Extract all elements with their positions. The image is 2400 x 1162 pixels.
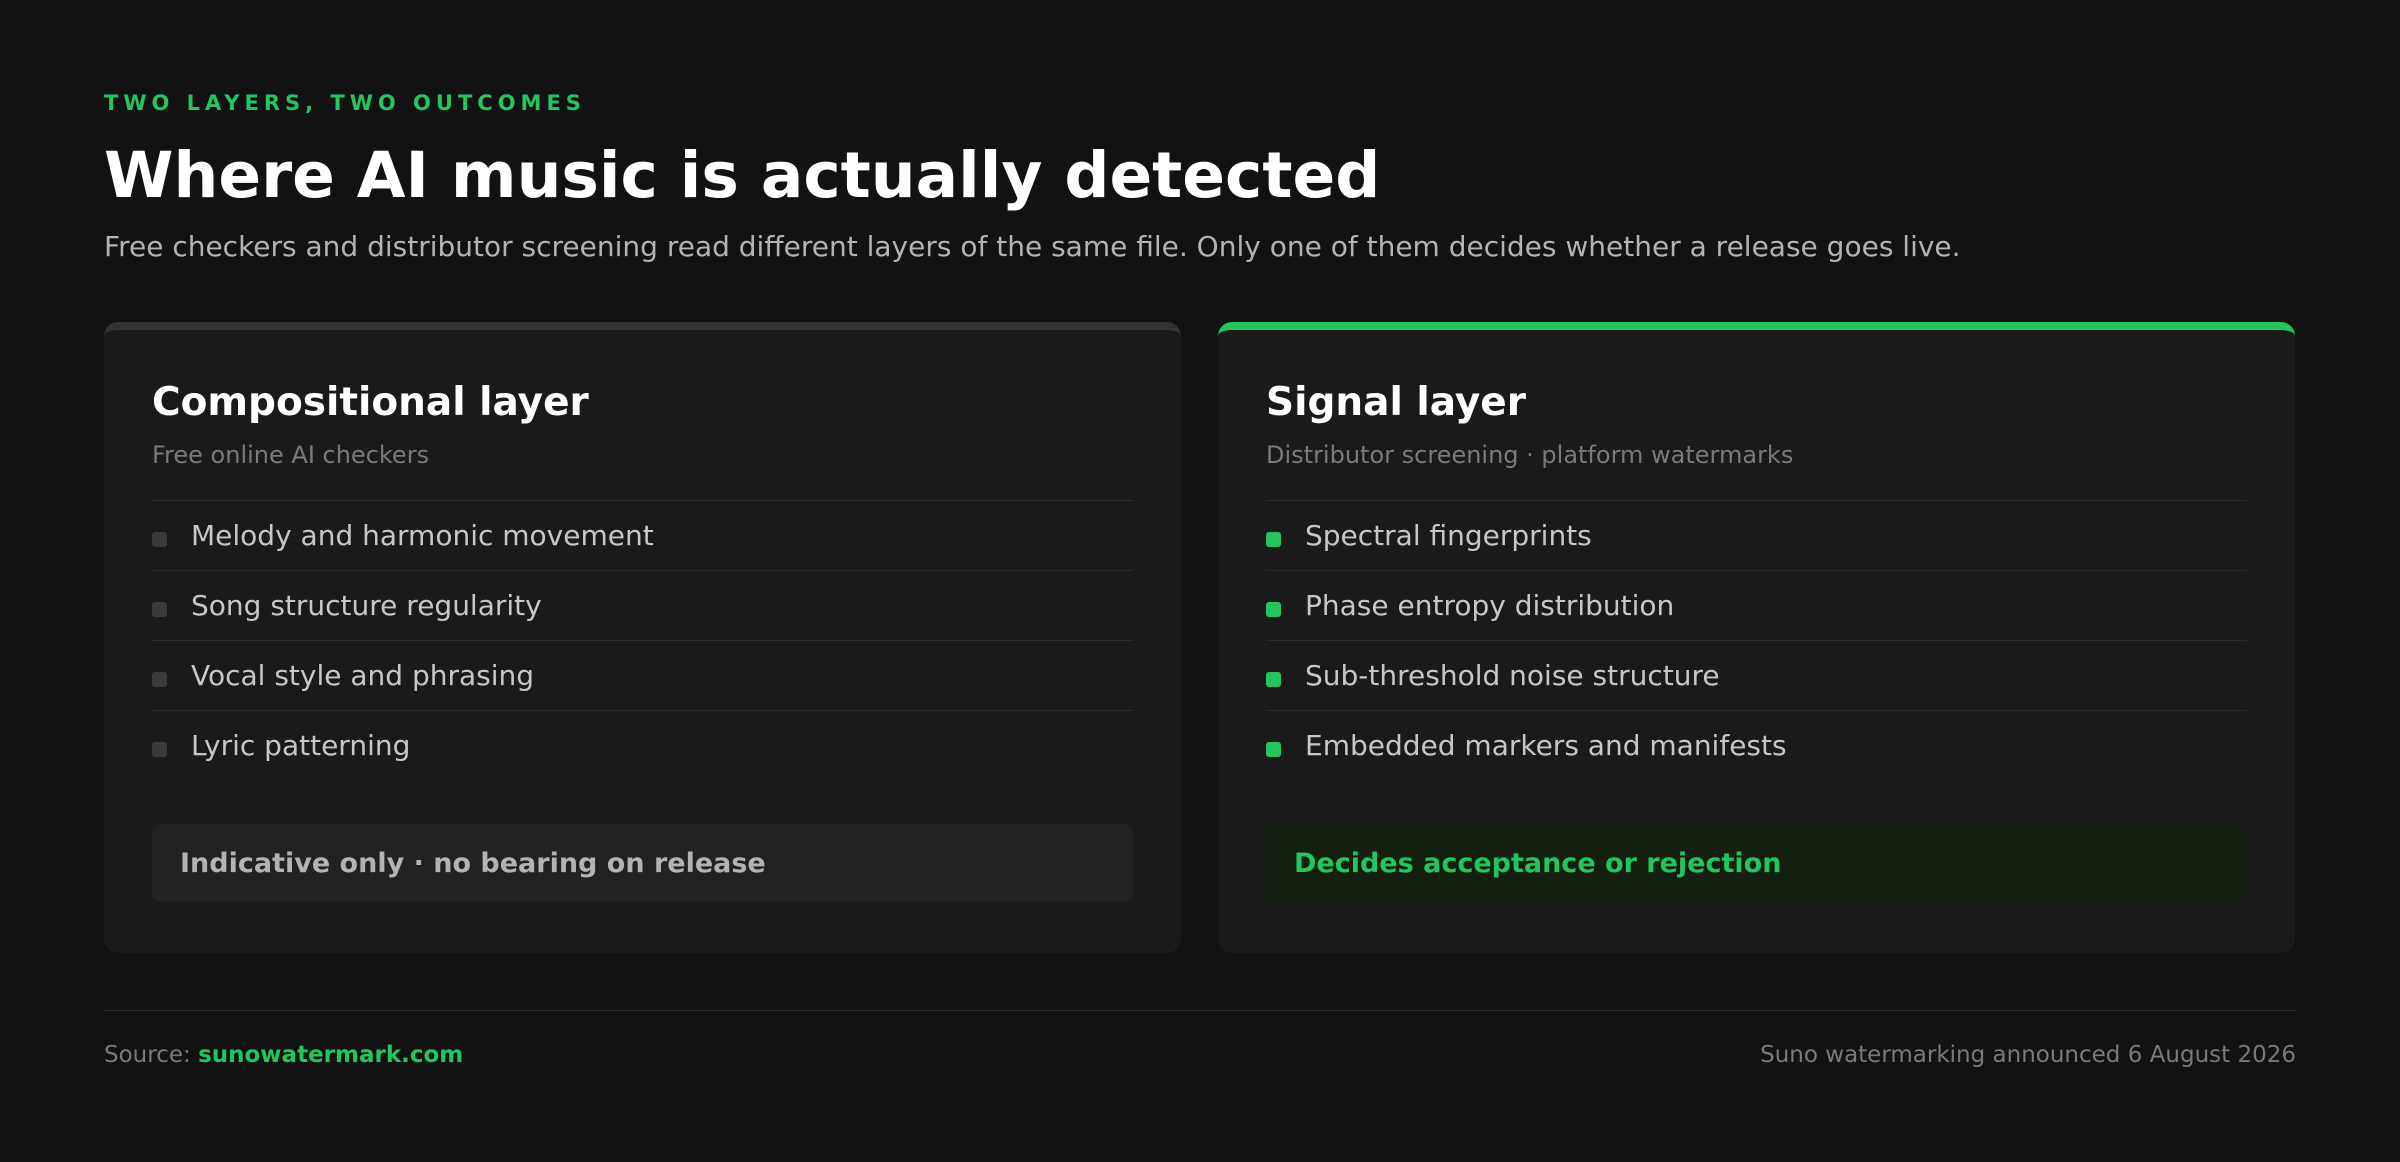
card-content: Signal layer Distributor screening · pla… [1266, 380, 2247, 780]
list-item-label: Embedded markers and manifests [1305, 729, 1787, 762]
list-item-label: Song structure regularity [191, 589, 542, 622]
bullet-icon [1266, 532, 1281, 547]
feature-list: Spectral fingerprints Phase entropy dist… [1266, 500, 2247, 780]
bullet-icon [152, 672, 167, 687]
footer-note: Suno watermarking announced 6 August 202… [1760, 1042, 2296, 1068]
card-title: Signal layer [1266, 380, 1526, 425]
source-label: Source: [104, 1042, 191, 1068]
list-item: Melody and harmonic movement [152, 501, 1133, 571]
list-item-label: Sub-threshold noise structure [1305, 659, 1720, 692]
page-title: Where AI music is actually detected [104, 139, 1381, 212]
list-item-label: Phase entropy distribution [1305, 589, 1675, 622]
card-title: Compositional layer [152, 380, 589, 425]
list-item-label: Melody and harmonic movement [191, 519, 654, 552]
bullet-icon [1266, 672, 1281, 687]
list-item: Sub-threshold noise structure [1266, 641, 2247, 711]
list-item-label: Lyric patterning [191, 729, 411, 762]
list-item-label: Spectral fingerprints [1305, 519, 1592, 552]
bullet-icon [1266, 742, 1281, 757]
bullet-icon [152, 742, 167, 757]
page-subtitle: Free checkers and distributor screening … [104, 230, 1961, 263]
bullet-icon [1266, 602, 1281, 617]
verdict-box: Decides acceptance or rejection [1266, 824, 2247, 902]
bullet-icon [152, 532, 167, 547]
compositional-layer-card: Compositional layer Free online AI check… [104, 322, 1181, 953]
list-item: Lyric patterning [152, 711, 1133, 780]
list-item: Embedded markers and manifests [1266, 711, 2247, 780]
card-subtitle: Free online AI checkers [152, 441, 430, 469]
feature-list: Melody and harmonic movement Song struct… [152, 500, 1133, 780]
footer-divider [104, 1010, 2296, 1011]
list-item: Vocal style and phrasing [152, 641, 1133, 711]
footer-source: Source: sunowatermark.com [104, 1042, 463, 1068]
card-content: Compositional layer Free online AI check… [152, 380, 1133, 780]
verdict-box: Indicative only · no bearing on release [152, 824, 1133, 902]
source-link[interactable]: sunowatermark.com [198, 1042, 463, 1068]
bullet-icon [152, 602, 167, 617]
eyebrow-label: TWO LAYERS, TWO OUTCOMES [104, 91, 586, 115]
list-item: Spectral fingerprints [1266, 501, 2247, 571]
page: TWO LAYERS, TWO OUTCOMES Where AI music … [104, 0, 2296, 1162]
signal-layer-card: Signal layer Distributor screening · pla… [1218, 322, 2295, 953]
list-item-label: Vocal style and phrasing [191, 659, 535, 692]
card-subtitle: Distributor screening · platform waterma… [1266, 441, 1794, 469]
list-item: Phase entropy distribution [1266, 571, 2247, 641]
list-item: Song structure regularity [152, 571, 1133, 641]
